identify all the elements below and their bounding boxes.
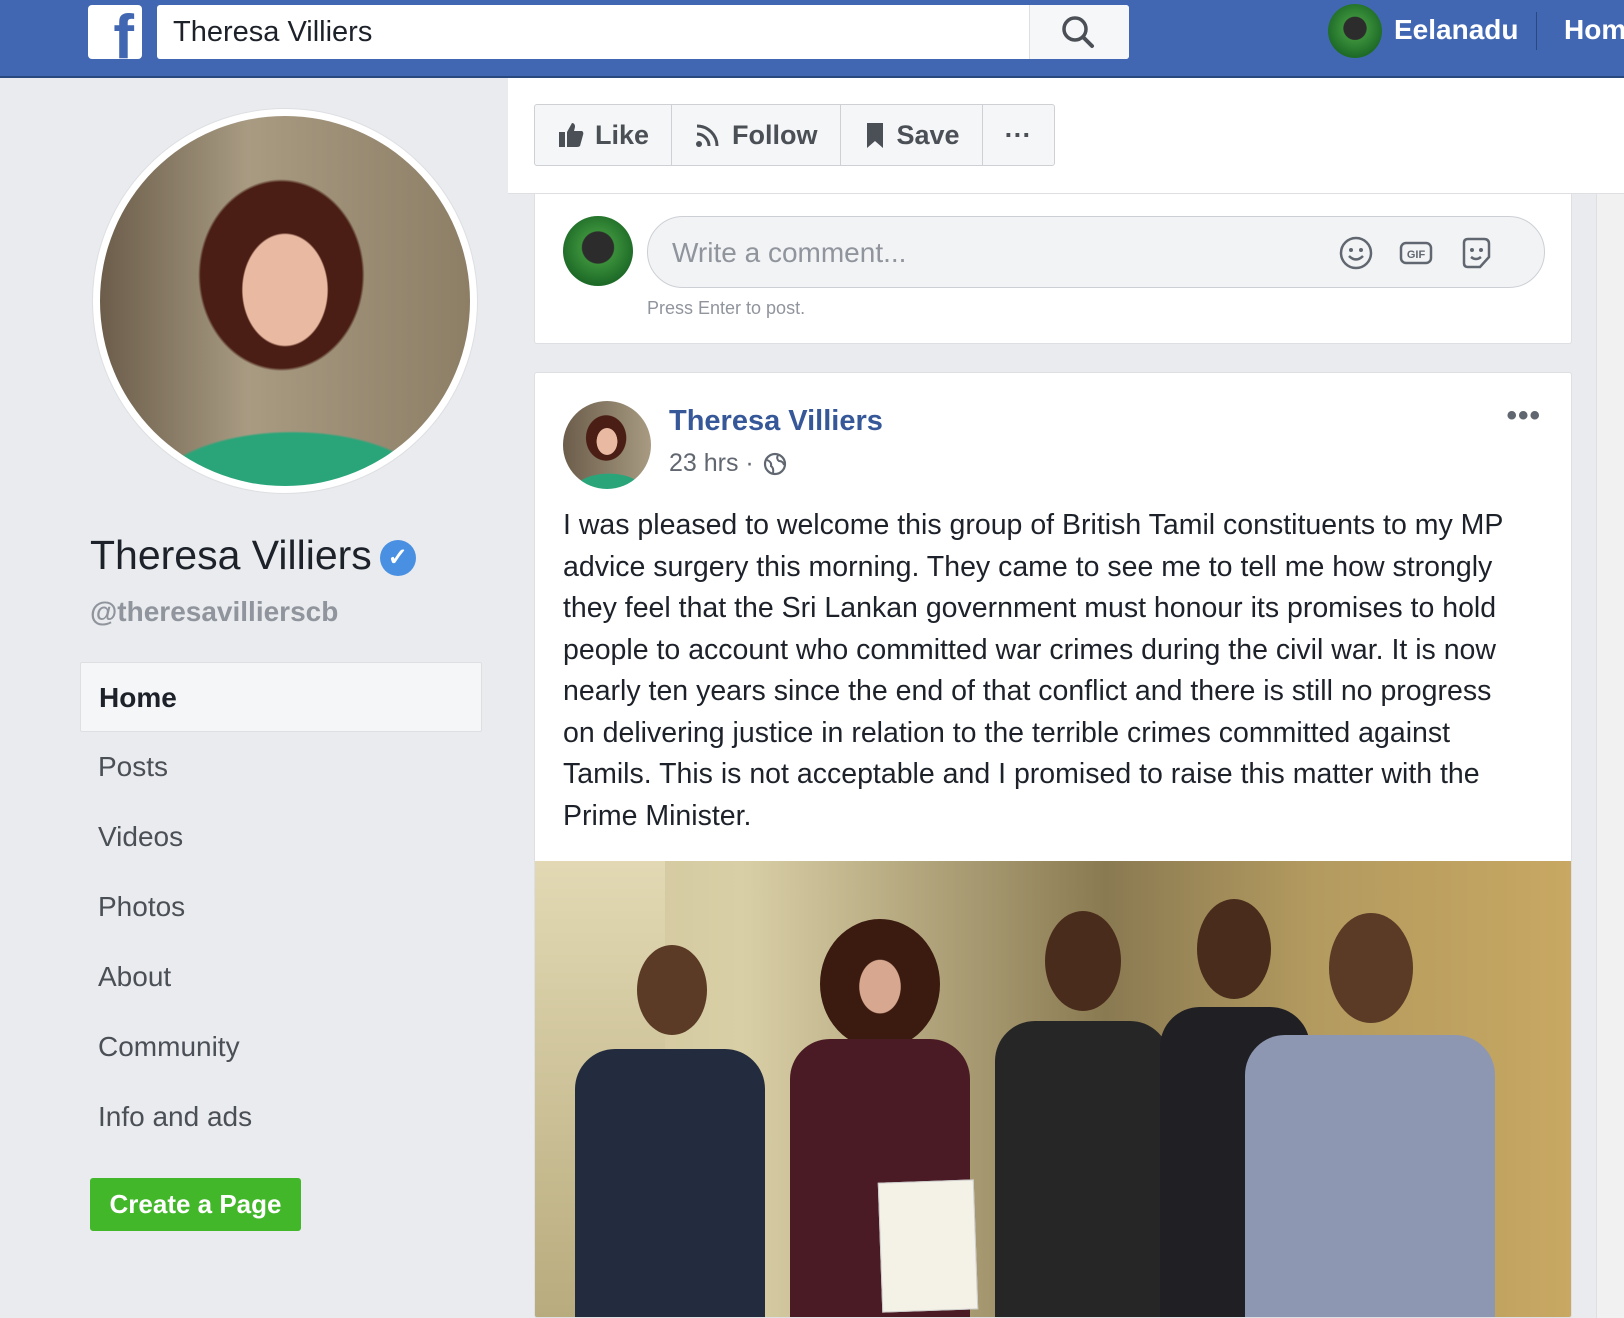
create-page-button[interactable]: Create a Page xyxy=(90,1178,301,1231)
save-button[interactable]: Save xyxy=(841,105,983,165)
user-name-link[interactable]: Eelanadu xyxy=(1394,14,1518,46)
page-title[interactable]: Theresa Villiers ✓ xyxy=(90,532,416,579)
post-photo[interactable] xyxy=(535,861,1571,1317)
press-enter-hint: Press Enter to post. xyxy=(647,298,806,318)
post-timestamp[interactable]: 23 hrs · xyxy=(669,449,754,478)
globe-icon xyxy=(763,452,786,475)
nav-item-community[interactable]: Community xyxy=(80,1012,482,1082)
nav-item-posts[interactable]: Posts xyxy=(80,732,482,802)
topbar-divider xyxy=(1536,12,1537,50)
rss-follow-icon xyxy=(696,124,719,147)
facebook-logo-icon[interactable]: f xyxy=(88,5,142,59)
gif-icon[interactable]: GIF xyxy=(1398,235,1434,271)
search-button[interactable] xyxy=(1029,5,1129,59)
comment-input[interactable]: Write a comment... GIF xyxy=(647,216,1545,288)
search-input[interactable] xyxy=(157,5,1027,59)
post-meta: 23 hrs · xyxy=(669,449,788,478)
page-actions-bar: Like Follow Save ··· xyxy=(534,104,1055,166)
svg-text:GIF: GIF xyxy=(1407,249,1426,261)
nav-item-info-and-ads[interactable]: Info and ads xyxy=(80,1082,482,1152)
home-link[interactable]: Home xyxy=(1564,14,1624,46)
follow-button[interactable]: Follow xyxy=(672,105,841,165)
nav-item-home[interactable]: Home xyxy=(80,662,482,732)
top-navigation-bar: f Eelanadu Home xyxy=(0,0,1624,78)
photo-person xyxy=(565,945,775,1317)
photo-person xyxy=(1235,913,1505,1317)
follow-label: Follow xyxy=(732,119,818,150)
bookmark-icon xyxy=(866,123,883,148)
photo-document xyxy=(877,1179,979,1313)
nav-item-about[interactable]: About xyxy=(80,942,482,1012)
page-username[interactable]: @theresavillierscb xyxy=(90,596,338,628)
thumbs-up-icon xyxy=(559,123,584,147)
comment-composer: Write a comment... GIF Press Enter to po… xyxy=(534,194,1572,344)
photo-person xyxy=(990,911,1175,1317)
user-avatar[interactable] xyxy=(1328,4,1382,58)
emoji-icon[interactable] xyxy=(1338,235,1374,271)
page-scrollbar[interactable] xyxy=(1596,194,1624,1318)
page-name-text: Theresa Villiers xyxy=(90,532,372,578)
page-navigation: Home Posts Videos Photos About Community… xyxy=(80,662,482,1152)
nav-item-photos[interactable]: Photos xyxy=(80,872,482,942)
commenter-avatar xyxy=(563,216,633,286)
verified-badge-icon: ✓ xyxy=(379,540,416,576)
save-label: Save xyxy=(896,119,960,150)
nav-item-videos[interactable]: Videos xyxy=(80,802,482,872)
post-text: I was pleased to welcome this group of B… xyxy=(563,509,1503,832)
post-options-button[interactable]: ••• xyxy=(1506,399,1541,433)
like-button[interactable]: Like xyxy=(535,105,673,165)
search-box xyxy=(157,5,1129,59)
comment-placeholder: Write a comment... xyxy=(672,237,907,268)
post-author-link[interactable]: Theresa Villiers xyxy=(669,405,883,438)
more-dots-icon: ··· xyxy=(1004,119,1032,150)
post-card: Theresa Villiers 23 hrs · ••• I was plea… xyxy=(534,372,1572,1318)
post-author-avatar[interactable] xyxy=(563,401,651,489)
more-actions-button[interactable]: ··· xyxy=(983,105,1054,165)
like-label: Like xyxy=(595,119,650,150)
sticker-icon[interactable] xyxy=(1458,235,1494,271)
profile-picture[interactable] xyxy=(100,116,470,486)
search-icon xyxy=(1062,16,1094,48)
